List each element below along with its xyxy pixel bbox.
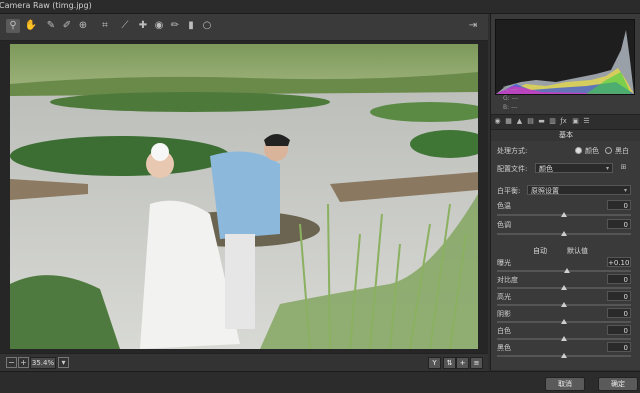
cancel-button[interactable]: 取消	[545, 377, 585, 391]
profile-dropdown[interactable]: 颜色 ▾	[535, 163, 613, 173]
bottom-bar: 取消 确定	[0, 371, 640, 393]
slider-value[interactable]: 0	[607, 274, 631, 284]
slider-label: 黑色	[497, 344, 511, 352]
default-link[interactable]: 默认值	[567, 246, 588, 256]
zoom-in-icon[interactable]: +	[18, 357, 29, 368]
targeted-adjustment-tool-icon[interactable]: ⊕	[76, 19, 90, 33]
histogram-g-label: G:	[503, 95, 510, 102]
histogram-b-label: B:	[503, 104, 510, 111]
copy-settings-icon[interactable]: +	[456, 357, 469, 369]
wb-value: 原照设置	[531, 187, 559, 195]
tint-slider[interactable]	[497, 231, 631, 236]
color-sampler-tool-icon[interactable]: ✐	[60, 19, 74, 33]
tab-camera-calibration-icon[interactable]: ▣	[571, 117, 580, 126]
slider-value[interactable]: 0	[607, 342, 631, 352]
slider-thumb[interactable]	[561, 336, 567, 341]
slider-track[interactable]	[497, 353, 631, 358]
histogram-g-value: ---	[511, 95, 519, 102]
profile-browser-icon[interactable]: ⊞	[619, 163, 628, 172]
histogram	[495, 19, 635, 95]
crop-tool-icon[interactable]: ⌗	[98, 19, 112, 33]
panel-tabs: ◉ ▦ ▲ ▤ ▬ ▥ ƒx ▣ ☰	[491, 114, 640, 130]
slider-label: 阴影	[497, 310, 511, 318]
red-eye-tool-icon[interactable]: ◉	[152, 19, 166, 33]
slider-thumb[interactable]	[561, 319, 567, 324]
treatment-label: 处理方式:	[497, 147, 528, 155]
histogram-r-value: ---	[510, 86, 518, 93]
slider-track[interactable]	[497, 319, 631, 324]
ok-button[interactable]: 确定	[598, 377, 638, 391]
adjustments-panel: R: --- G: --- B: --- ◉ ▦ ▲ ▤ ▬ ▥ ƒx ▣ ☰ …	[490, 14, 640, 370]
slider-value[interactable]: 0	[607, 308, 631, 318]
treatment-bw-label: 黑白	[615, 147, 629, 155]
temp-value[interactable]: 0	[607, 200, 631, 210]
straighten-tool-icon[interactable]: ⟋	[118, 19, 132, 33]
profile-value: 颜色	[539, 165, 553, 173]
temp-label: 色温	[497, 202, 511, 210]
open-preferences-icon[interactable]: ⇥	[466, 19, 480, 33]
tab-basic-icon[interactable]: ◉	[493, 117, 502, 126]
zoom-tool-icon[interactable]: ⚲	[6, 19, 20, 33]
treatment-color-radio[interactable]	[575, 147, 582, 154]
white-balance-dropdown[interactable]: 原照设置 ▾	[527, 185, 631, 195]
status-bar: − + 35.4% ▾ Y ⇅ + ≡	[0, 353, 488, 371]
slider-track[interactable]	[497, 336, 631, 341]
preview-preferences-icon[interactable]: ≡	[470, 357, 483, 369]
tab-detail-icon[interactable]: ▲	[515, 117, 524, 126]
slider-label: 对比度	[497, 276, 518, 284]
wb-label: 白平衡:	[497, 187, 521, 195]
spot-removal-tool-icon[interactable]: ✚	[136, 19, 150, 33]
temp-slider-thumb[interactable]	[561, 212, 567, 217]
profile-label: 配置文件:	[497, 165, 528, 173]
tint-label: 色调	[497, 221, 511, 229]
photo-preview[interactable]	[10, 44, 478, 349]
slider-track[interactable]	[497, 285, 631, 290]
temp-slider[interactable]	[497, 212, 631, 217]
tab-effects-icon[interactable]: ƒx	[559, 117, 568, 126]
slider-track[interactable]	[497, 268, 631, 273]
toolbar: ⚲ ✋ ✎ ✐ ⊕ ⌗ ⟋ ✚ ◉ ✏ ▮ ○ ⇥	[0, 14, 488, 41]
zoom-dropdown-chevron-icon[interactable]: ▾	[58, 357, 69, 368]
before-after-toggle-icon[interactable]: Y	[428, 357, 441, 369]
tint-value[interactable]: 0	[607, 219, 631, 229]
zoom-out-icon[interactable]: −	[6, 357, 17, 368]
tab-split-toning-icon[interactable]: ▬	[537, 117, 546, 126]
white-balance-tool-icon[interactable]: ✎	[44, 19, 58, 33]
graduated-filter-tool-icon[interactable]: ▮	[184, 19, 198, 33]
slider-label: 高光	[497, 293, 511, 301]
tint-slider-thumb[interactable]	[561, 231, 567, 236]
zoom-level[interactable]: 35.4%	[30, 357, 56, 369]
tab-hsl-icon[interactable]: ▤	[526, 117, 535, 126]
slider-label: 白色	[497, 327, 511, 335]
auto-link[interactable]: 自动	[533, 246, 547, 256]
title-bar: Camera Raw (timg.jpg)	[0, 0, 640, 14]
treatment-color-label: 颜色	[585, 147, 599, 155]
tab-presets-icon[interactable]: ☰	[582, 117, 591, 126]
chevron-down-icon: ▾	[623, 187, 627, 194]
treatment-bw-radio[interactable]	[605, 147, 612, 154]
section-title: 基本	[491, 130, 640, 141]
slider-value[interactable]: 0	[607, 325, 631, 335]
adjustment-brush-tool-icon[interactable]: ✏	[168, 19, 182, 33]
slider-label: 曝光	[497, 259, 511, 267]
slider-track[interactable]	[497, 302, 631, 307]
radial-filter-tool-icon[interactable]: ○	[200, 19, 214, 33]
hand-tool-icon[interactable]: ✋	[24, 19, 38, 33]
histogram-r-label: R:	[503, 86, 510, 93]
swap-settings-icon[interactable]: ⇅	[443, 357, 456, 369]
chevron-down-icon: ▾	[605, 165, 609, 172]
slider-thumb[interactable]	[561, 285, 567, 290]
slider-value[interactable]: +0.10	[607, 257, 631, 267]
histogram-b-value: ---	[511, 104, 518, 111]
tab-lens-icon[interactable]: ▥	[548, 117, 557, 126]
slider-thumb[interactable]	[561, 353, 567, 358]
tab-tone-curve-icon[interactable]: ▦	[504, 117, 513, 126]
window-title: Camera Raw (timg.jpg)	[0, 1, 92, 10]
slider-value[interactable]: 0	[607, 291, 631, 301]
slider-thumb[interactable]	[563, 268, 570, 273]
slider-thumb[interactable]	[561, 302, 567, 307]
